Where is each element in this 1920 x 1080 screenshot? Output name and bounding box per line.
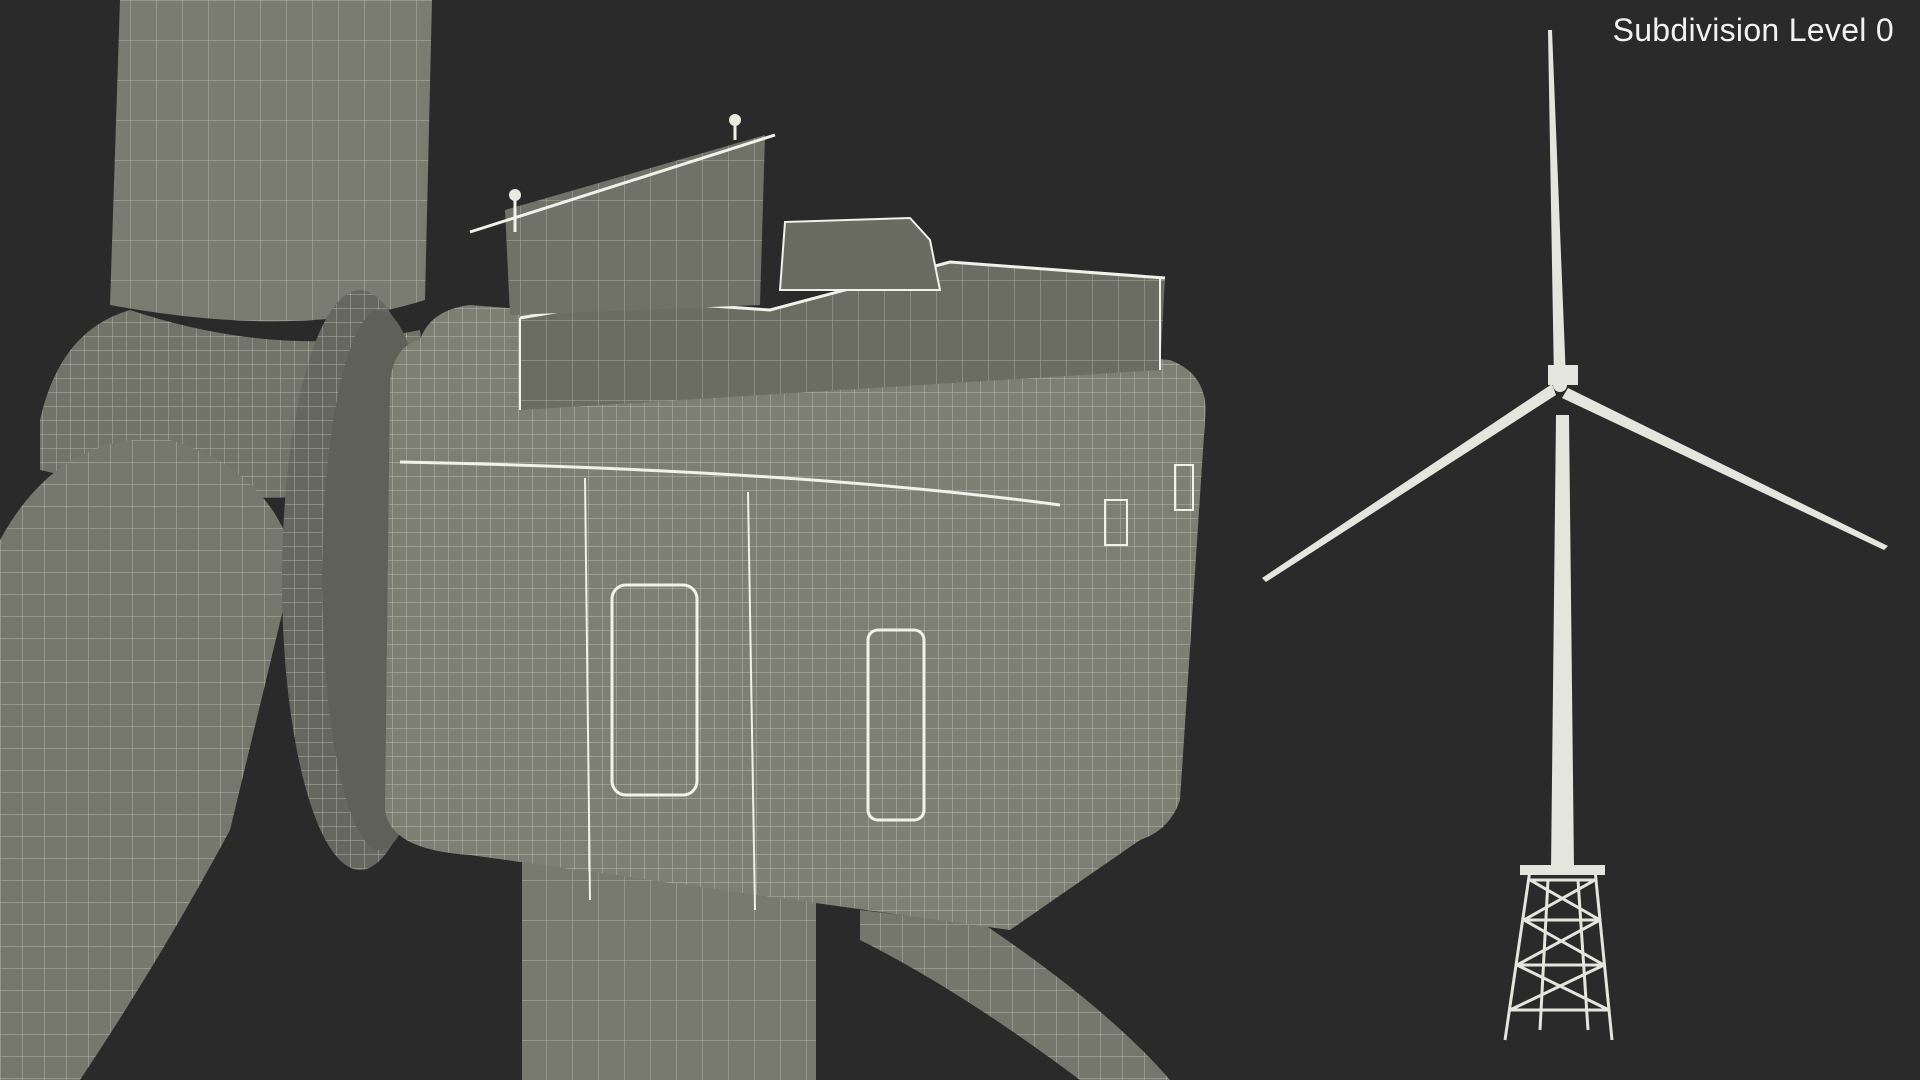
subdivision-level-label: Subdivision Level 0 xyxy=(1612,12,1894,48)
render-viewport: Subdivision Level 0 xyxy=(0,0,1920,1080)
roof-mast-panel xyxy=(469,114,776,315)
upper-blade xyxy=(110,0,432,322)
wind-turbine-wireframe-render xyxy=(0,0,1888,1080)
nacelle-body xyxy=(385,305,1206,930)
turbine-overview-model xyxy=(1262,30,1888,1041)
lower-left-blade xyxy=(0,439,295,1080)
lower-right-blade xyxy=(860,910,1170,1080)
